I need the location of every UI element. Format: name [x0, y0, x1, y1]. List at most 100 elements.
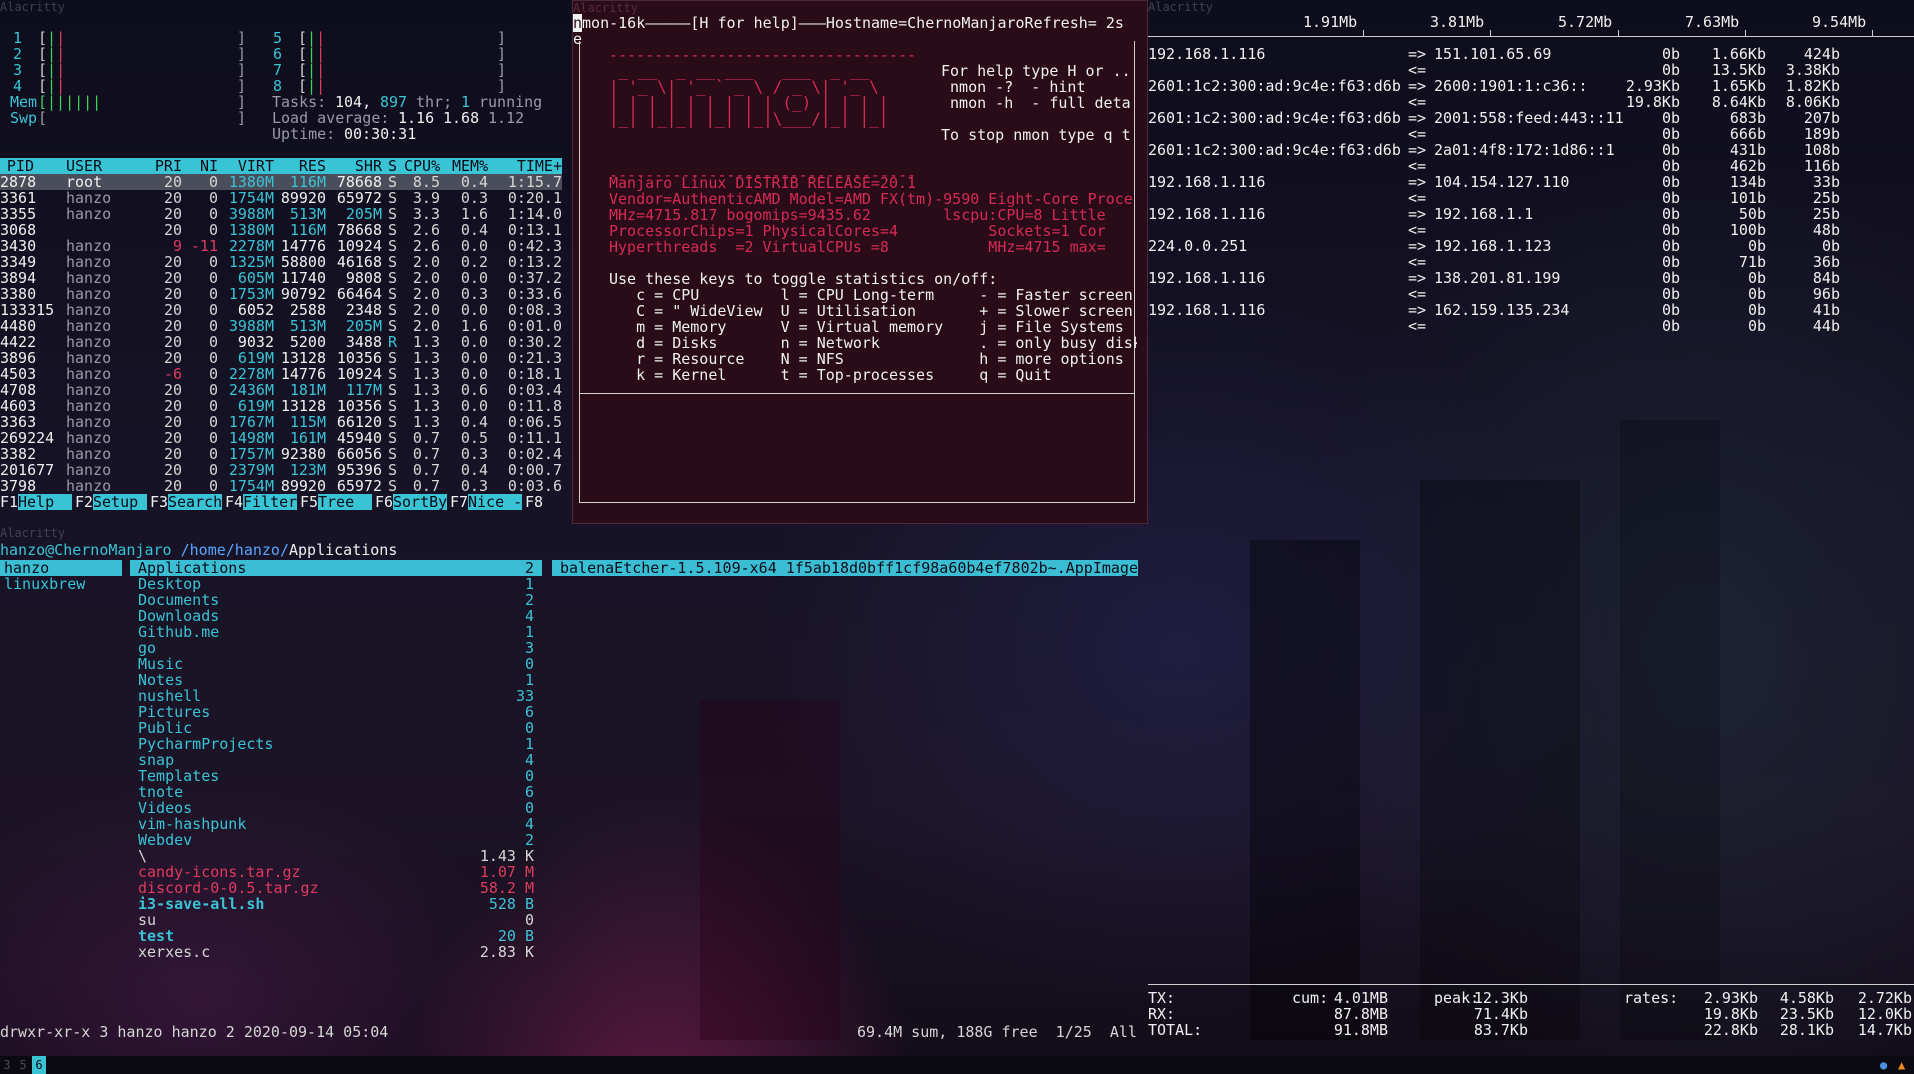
column-header[interactable]: S	[388, 158, 400, 174]
file-entry[interactable]: snap 4	[130, 752, 542, 768]
process-row[interactable]: 3068 20 0 1380M 116M 78668 S 2.6 0.4 0:13.1	[0, 222, 562, 238]
file-entry[interactable]: \ 1.43 K	[130, 848, 542, 864]
process-row[interactable]: 3382 hanzo 20 0 1757M 92380 66056 S 0.7 0.3 0:02.4	[0, 446, 562, 462]
process-row[interactable]: 3361 hanzo 20 0 1754M 89920 65972 S 3.9 0.3 0:20.1	[0, 190, 562, 206]
file-entry[interactable]: i3-save-all.sh 528 B	[130, 896, 542, 912]
process-row[interactable]: 3363 hanzo 20 0 1767M 115M 66120 S 1.3 0.4 0:06.5	[0, 414, 562, 430]
process-row[interactable]: 133315 hanzo 20 0 6052 2588 2348 S 2.0 0.0 0:08.3	[0, 302, 562, 318]
file-entry[interactable]: Desktop 1	[130, 576, 542, 592]
process-row[interactable]: 3380 hanzo 20 0 1753M 90792 66464 S 2.0 0.3 0:33.6	[0, 286, 562, 302]
process-cell: 4480	[0, 317, 37, 335]
workspace-button[interactable]: 3	[0, 1056, 14, 1074]
file-entry[interactable]: Webdev 2	[130, 832, 542, 848]
file-entry[interactable]: Videos 0	[130, 800, 542, 816]
fkey[interactable]: F8	[525, 494, 543, 510]
file-entry[interactable]: Applications 2	[130, 560, 542, 576]
fkey[interactable]: F2	[75, 494, 93, 510]
process-row[interactable]: 3430 hanzo 9 -11 2278M 14776 10924 S 2.6 0.0 0:42.…	[0, 238, 562, 254]
file-entry[interactable]: test 20 B	[130, 928, 542, 944]
file-entry[interactable]: Downloads 4	[130, 608, 542, 624]
column-header[interactable]: PRI	[146, 158, 182, 174]
fkey-label[interactable]: Setup	[93, 494, 147, 510]
file-entry[interactable]: Notes 1	[130, 672, 542, 688]
process-cell: S	[388, 221, 398, 239]
column-header[interactable]: PID	[0, 158, 34, 174]
process-cell: 89920	[280, 189, 326, 207]
process-row[interactable]: 269224 hanzo 20 0 1498M 161M 45940 S 0.7 0.5 0:11.…	[0, 430, 562, 446]
file-entry[interactable]: PycharmProjects 1	[130, 736, 542, 752]
file-entry[interactable]: discord-0-0.5.tar.gz 58.2 M	[130, 880, 542, 896]
file-entry[interactable]: xerxes.c 2.83 K	[130, 944, 542, 960]
column-header[interactable]: SHR	[330, 158, 382, 174]
file-entry[interactable]: nushell 33	[130, 688, 542, 704]
process-row[interactable]: 3349 hanzo 20 0 1325M 58800 46168 S 2.0 0.2 0:13.2	[0, 254, 562, 270]
process-row[interactable]: 3894 hanzo 20 0 605M 11740 9808 S 2.0 0.0 0:37.2	[0, 270, 562, 286]
fkey-label[interactable]: Tree	[318, 494, 372, 510]
column-header[interactable]: NI	[186, 158, 218, 174]
flow-rate: 1.65Kb	[1711, 77, 1766, 95]
fkey[interactable]: F3	[150, 494, 168, 510]
file-entry[interactable]: Pictures 6	[130, 704, 542, 720]
fkey[interactable]: F4	[225, 494, 243, 510]
process-cell: 1767M	[228, 413, 274, 431]
process-row[interactable]: 4708 hanzo 20 0 2436M 181M 117M S 1.3 0.6 0:03.4	[0, 382, 562, 398]
parent-item[interactable]: linuxbrew	[0, 576, 122, 592]
process-cell: 0	[208, 381, 218, 399]
process-row[interactable]: 4603 hanzo 20 0 619M 13128 10356 S 1.3 0.0 0:11.8	[0, 398, 562, 414]
file-entry[interactable]: Music 0	[130, 656, 542, 672]
flow-dest: 192.168.1.123	[1434, 237, 1552, 255]
tasks-part: 1	[461, 93, 471, 111]
file-entry[interactable]: candy-icons.tar.gz 1.07 M	[130, 864, 542, 880]
preview-file[interactable]: balenaEtcher-1.5.109-x64_1f5ab18d0bff1cf…	[552, 560, 1138, 576]
nmon-window[interactable]: Alacritty nmon-16k—————[H for help]———Ho…	[572, 0, 1148, 524]
column-header[interactable]: RES	[278, 158, 326, 174]
process-row[interactable]: 2878 root 20 0 1380M 116M 78668 S 8.5 0.4 1:15.7	[0, 174, 562, 190]
ranger-window[interactable]: Alacritty hanzo@ChernoManjaro /home/hanz…	[0, 526, 1146, 1046]
file-entry[interactable]: Documents 2	[130, 592, 542, 608]
process-cell: 0	[208, 189, 218, 207]
file-entry[interactable]: Public 0	[130, 720, 542, 736]
file-entry[interactable]: tnote 6	[130, 784, 542, 800]
fkey-label[interactable]: Search	[168, 494, 222, 510]
process-row[interactable]: 3896 hanzo 20 0 619M 13128 10356 S 1.3 0.0 0:21.3	[0, 350, 562, 366]
file-entry[interactable]: Templates 0	[130, 768, 542, 784]
process-row[interactable]: 3355 hanzo 20 0 3988M 513M 205M S 3.3 1.6 1:14.0	[0, 206, 562, 222]
fkey-label[interactable]: Help	[18, 494, 72, 510]
iftop-window[interactable]: Alacritty 1.91Mb 3.81Mb 5.72Mb 7.63Mb 9.54Mb…	[1148, 0, 1914, 1046]
file-entry[interactable]: Github.me 1	[130, 624, 542, 640]
process-row[interactable]: 4422 hanzo 20 0 9032 5200 3488 R 1.3 0.0 0:30.2	[0, 334, 562, 350]
fkey-label[interactable]: SortBy	[393, 494, 447, 510]
process-row[interactable]: 201677 hanzo 20 0 2379M 123M 95396 S 0.7 0.4 0:00.…	[0, 462, 562, 478]
htop-window[interactable]: Alacritty 1 [||] 2 [||] 3 [||] 4 [||] 5 [||] 6 [||]…	[0, 0, 570, 520]
column-header[interactable]: VIRT	[222, 158, 274, 174]
fkey[interactable]: F7	[450, 494, 468, 510]
process-row[interactable]: 4480 hanzo 20 0 3988M 513M 205M S 2.0 1.6 0:01.0	[0, 318, 562, 334]
workspace-button[interactable]: 6	[32, 1056, 46, 1074]
column-header[interactable]: TIME+	[494, 158, 562, 174]
process-row[interactable]: 4503 hanzo -6 0 2278M 14776 10924 S 1.3 0.0 0:18.1	[0, 366, 562, 382]
fkey-label[interactable]: Filter	[243, 494, 297, 510]
load-part: 1.16	[398, 109, 435, 127]
workspace-button[interactable]: 5	[16, 1056, 30, 1074]
peak-value: 12.3Kb	[1473, 989, 1528, 1007]
file-entry[interactable]: su 0	[130, 912, 542, 928]
fkey-label[interactable]: Nice -	[468, 494, 522, 510]
file-entry[interactable]: vim-hashpunk 4	[130, 816, 542, 832]
process-cell: 90792	[280, 285, 326, 303]
flow-row-in: <= 0b 666b 189b	[1148, 126, 1914, 142]
column-header[interactable]: USER	[66, 158, 126, 174]
flow-source: 192.168.1.116	[1148, 301, 1266, 319]
file-entry[interactable]: go 3	[130, 640, 542, 656]
totals-row: TX: cum: peak: rates: 4.01MB 12.3Kb 2.93Kb 4.58…	[1148, 990, 1914, 1006]
process-cell: 1:15.7	[507, 173, 562, 191]
process-cell: 115M	[289, 413, 326, 431]
fkey[interactable]: F6	[375, 494, 393, 510]
fkey[interactable]: F5	[300, 494, 318, 510]
column-header[interactable]: CPU%	[404, 158, 440, 174]
nmon-separator	[579, 393, 1135, 394]
process-row[interactable]: 3798 hanzo 20 0 1754M 89920 65972 S 0.7 0.3 0:03.6	[0, 478, 562, 494]
fkey[interactable]: F1	[0, 494, 18, 510]
parent-item[interactable]: hanzo	[0, 560, 122, 576]
column-header[interactable]: MEM%	[452, 158, 488, 174]
process-cell: 0.3	[460, 477, 488, 495]
